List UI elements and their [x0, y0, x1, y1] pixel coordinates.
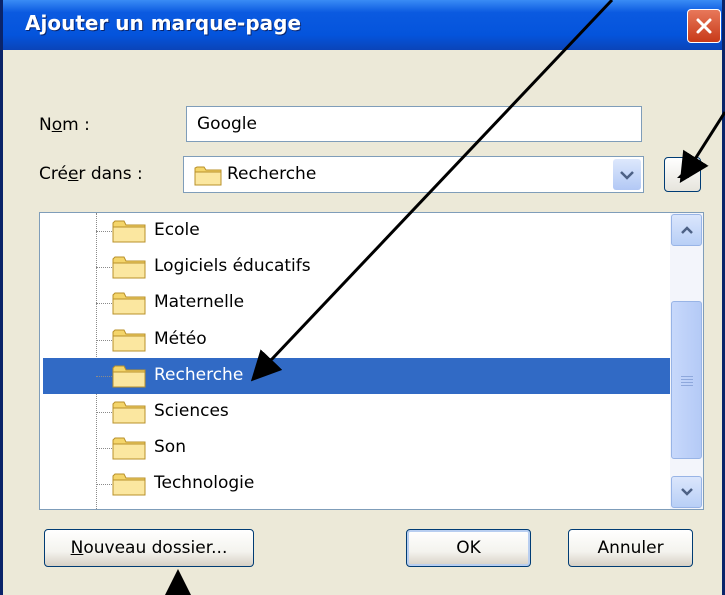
tree-item[interactable]: Maternelle [40, 285, 670, 321]
folder-tree[interactable]: Ecole Logiciels éducatifs Maternelle Météo R… [39, 212, 704, 510]
grip-line [681, 379, 693, 380]
scroll-down-button[interactable] [671, 476, 702, 508]
grip-line [681, 376, 693, 377]
title-bar[interactable]: Ajouter un marque-page [3, 0, 722, 50]
chevron-up-icon [677, 172, 689, 178]
tree-item[interactable]: Technologie [40, 466, 670, 502]
close-icon [696, 18, 712, 34]
folder-icon [112, 436, 146, 464]
grip-line [681, 382, 693, 383]
scroll-up-button[interactable] [671, 214, 702, 246]
new-folder-button[interactable]: Nouveau dossier... [44, 529, 254, 567]
tree-item-label: Maternelle [154, 292, 245, 313]
ok-button[interactable]: OK [406, 529, 531, 567]
name-field[interactable]: Google [186, 106, 642, 142]
tree-item-label: Logiciels éducatifs [154, 256, 311, 277]
tree-item[interactable]: Sciences [40, 394, 670, 430]
create-in-label: Créer dans : [39, 164, 143, 184]
grip-line [681, 385, 693, 386]
folder-icon [112, 400, 146, 428]
close-button[interactable] [687, 9, 721, 43]
create-in-dropdown[interactable]: Recherche [183, 156, 644, 193]
toggle-folder-list-button[interactable] [664, 157, 701, 192]
cancel-button[interactable]: Annuler [568, 529, 693, 567]
chevron-down-icon [681, 488, 693, 496]
dialog-title: Ajouter un marque-page [25, 11, 302, 35]
dropdown-button[interactable] [613, 159, 641, 190]
bookmark-dialog: Ajouter un marque-page Nom : Google Crée… [0, 0, 725, 595]
name-value: Google [197, 114, 257, 134]
folder-icon [194, 166, 222, 186]
tree-item-label: Technologie [154, 473, 255, 494]
tree-item-label: Recherche [154, 364, 244, 385]
folder-icon [112, 255, 146, 283]
tree-item[interactable]: Recherche [40, 357, 670, 394]
tree-item[interactable]: Logiciels éducatifs [40, 249, 670, 285]
tree-item-label: Sciences [154, 401, 229, 421]
scroll-thumb[interactable] [671, 301, 702, 459]
folder-icon [112, 291, 146, 319]
folder-icon [112, 219, 146, 247]
chevron-down-icon [620, 171, 634, 180]
tree-item-label: Ecole [154, 220, 200, 240]
folder-icon [112, 328, 146, 356]
folder-icon [112, 472, 146, 500]
name-label: Nom : [39, 115, 90, 135]
tree-item[interactable]: Ecole [40, 213, 670, 249]
vertical-scrollbar[interactable] [670, 213, 703, 509]
tree-item-label: Son [154, 437, 186, 458]
tree-item[interactable]: Météo [40, 322, 670, 358]
folder-icon [112, 364, 146, 392]
tree-item-label: Météo [154, 328, 207, 349]
create-in-value: Recherche [227, 164, 317, 184]
tree-item[interactable]: Son [40, 430, 670, 466]
chevron-up-icon [681, 226, 693, 234]
